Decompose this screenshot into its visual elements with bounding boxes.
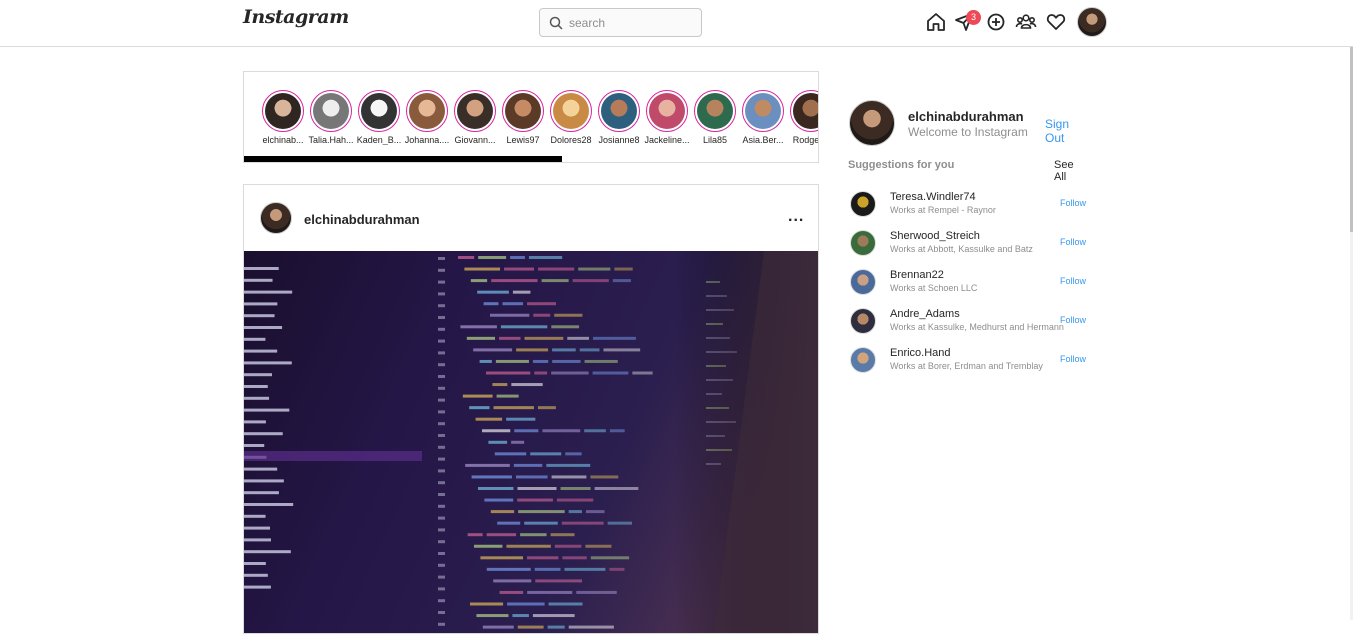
story-item[interactable]: Jackeline...: [644, 90, 690, 145]
suggestion-item: Teresa.Windler74 Works at Rempel - Raynor…: [848, 189, 1088, 219]
story-avatar: [601, 93, 637, 129]
suggestion-workplace: Works at Kassulke, Medhurst and Hermann: [890, 322, 1064, 332]
suggestion-item: Andre_Adams Works at Kassulke, Medhurst a…: [848, 306, 1088, 336]
story-item[interactable]: Lewis97: [501, 90, 545, 145]
suggestion-avatar[interactable]: [850, 347, 876, 373]
story-item[interactable]: Rodger...: [789, 90, 819, 145]
story-item[interactable]: Lila85: [693, 90, 737, 145]
home-icon[interactable]: [925, 11, 947, 33]
follow-button[interactable]: Follow: [1060, 354, 1086, 364]
story-username: Lila85: [702, 135, 728, 145]
search-box[interactable]: [539, 8, 702, 37]
story-item[interactable]: Josianne8: [597, 90, 641, 145]
story-avatar: [697, 93, 733, 129]
story-item[interactable]: elchinab...: [261, 90, 305, 145]
story-avatar: [265, 93, 301, 129]
suggestion-avatar[interactable]: [850, 308, 876, 334]
feed-post: elchinabdurahman ...: [243, 184, 819, 634]
current-user-avatar[interactable]: [849, 100, 895, 146]
story-ring[interactable]: [310, 90, 352, 132]
suggestion-workplace: Works at Abbott, Kassulke and Batz: [890, 244, 1033, 254]
suggestion-avatar[interactable]: [850, 269, 876, 295]
suggestion-avatar[interactable]: [850, 230, 876, 256]
story-ring[interactable]: [550, 90, 592, 132]
story-item[interactable]: Talia.Hah...: [308, 90, 354, 145]
story-ring[interactable]: [694, 90, 736, 132]
story-ring[interactable]: [454, 90, 496, 132]
profile-avatar[interactable]: [1077, 7, 1107, 37]
story-username: Kaden_B...: [356, 135, 402, 145]
story-ring[interactable]: [406, 90, 448, 132]
story-item[interactable]: Johanna....: [405, 90, 449, 145]
story-username: Asia.Ber...: [742, 135, 784, 145]
story-username: Rodger...: [792, 135, 819, 145]
instagram-logo[interactable]: Instagram: [243, 6, 349, 28]
story-avatar: [553, 93, 589, 129]
story-avatar: [505, 93, 541, 129]
top-navbar: Instagram 3: [0, 0, 1353, 47]
suggestion-workplace: Works at Rempel - Raynor: [890, 205, 996, 215]
story-avatar: [745, 93, 781, 129]
suggestion-username[interactable]: Teresa.Windler74: [890, 191, 976, 203]
suggestion-workplace: Works at Schoen LLC: [890, 283, 978, 293]
follow-button[interactable]: Follow: [1060, 315, 1086, 325]
story-username: Giovann...: [454, 135, 496, 145]
story-username: Johanna....: [404, 135, 450, 145]
follow-button[interactable]: Follow: [1060, 237, 1086, 247]
search-input[interactable]: [569, 14, 694, 32]
story-item[interactable]: Giovann...: [453, 90, 497, 145]
story-username: elchinab...: [262, 135, 304, 145]
story-avatar: [649, 93, 685, 129]
suggestion-workplace: Works at Borer, Erdman and Tremblay: [890, 361, 1043, 371]
story-avatar: [361, 93, 397, 129]
story-avatar: [793, 93, 818, 129]
suggestion-item: Sherwood_Streich Works at Abbott, Kassulk…: [848, 228, 1088, 258]
post-author-username[interactable]: elchinabdurahman: [304, 212, 420, 227]
follow-button[interactable]: Follow: [1060, 276, 1086, 286]
story-ring[interactable]: [502, 90, 544, 132]
story-avatar: [457, 93, 493, 129]
story-avatar: [409, 93, 445, 129]
story-ring[interactable]: [358, 90, 400, 132]
stories-tray: elchinab... Talia.Hah... Kaden_B... Johanna…: [243, 71, 819, 163]
story-ring[interactable]: [742, 90, 784, 132]
more-options-icon[interactable]: ...: [788, 208, 804, 226]
story-item[interactable]: Dolores28: [549, 90, 593, 145]
suggestion-item: Enrico.Hand Works at Borer, Erdman and Tr…: [848, 345, 1088, 375]
suggestion-item: Brennan22 Works at Schoen LLC Follow: [848, 267, 1088, 297]
heart-icon[interactable]: [1045, 11, 1067, 33]
suggestion-username[interactable]: Sherwood_Streich: [890, 230, 980, 242]
follow-button[interactable]: Follow: [1060, 198, 1086, 208]
story-ring[interactable]: [262, 90, 304, 132]
see-all-button[interactable]: See All: [1054, 159, 1088, 183]
suggestions-heading: Suggestions for you: [848, 159, 955, 171]
new-post-icon[interactable]: [985, 11, 1007, 33]
story-username: Josianne8: [598, 135, 640, 145]
story-username: Jackeline...: [644, 135, 690, 145]
people-icon[interactable]: [1015, 11, 1037, 33]
welcome-text: Welcome to Instagram: [908, 125, 1028, 139]
messages-count-badge: 3: [966, 10, 981, 25]
story-username: Lewis97: [506, 135, 540, 145]
sign-out-button[interactable]: Sign Out: [1045, 117, 1088, 145]
story-ring[interactable]: [646, 90, 688, 132]
post-image[interactable]: [244, 251, 819, 634]
story-item[interactable]: Kaden_B...: [357, 90, 401, 145]
story-ring[interactable]: [790, 90, 818, 132]
suggestion-username[interactable]: Andre_Adams: [890, 308, 960, 320]
story-username: Dolores28: [550, 135, 592, 145]
story-avatar: [313, 93, 349, 129]
suggestion-username[interactable]: Brennan22: [890, 269, 944, 281]
story-username: Talia.Hah...: [308, 135, 354, 145]
current-user-username[interactable]: elchinabdurahman: [908, 109, 1024, 124]
suggestion-username[interactable]: Enrico.Hand: [890, 347, 951, 359]
post-author-avatar[interactable]: [260, 202, 292, 234]
story-ring[interactable]: [598, 90, 640, 132]
suggestion-avatar[interactable]: [850, 191, 876, 217]
stories-scroll-indicator[interactable]: [244, 156, 562, 162]
story-item[interactable]: Asia.Ber...: [741, 90, 785, 145]
search-icon: [549, 16, 563, 30]
